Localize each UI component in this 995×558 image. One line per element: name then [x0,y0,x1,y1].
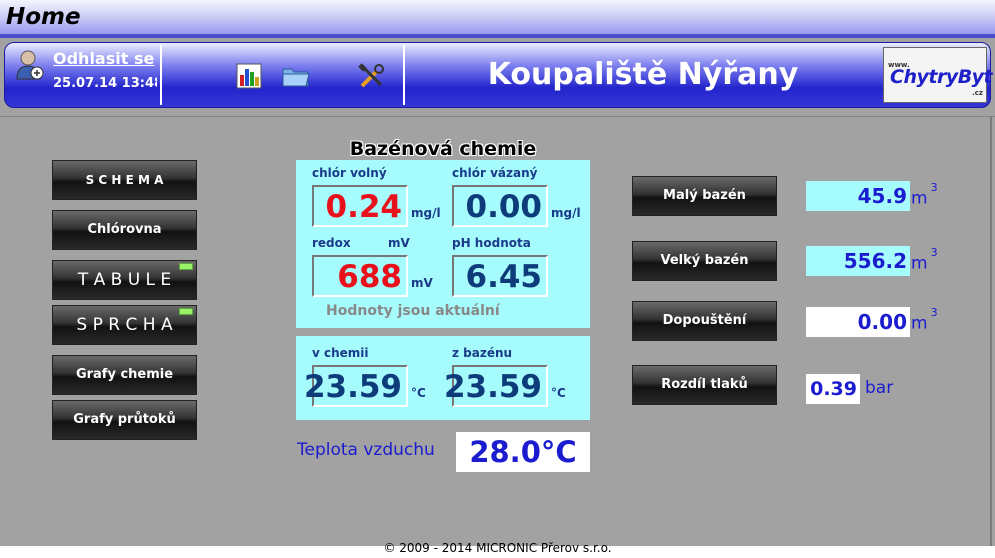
user-icon[interactable] [15,49,45,81]
chemistry-panel: chlór volný chlór vázaný 0.24 mg/l 0.00 … [296,160,590,328]
site-title: Koupaliště Nýřany [487,57,799,92]
ph-value-box: 6.45 [452,255,548,297]
temperature-panel: v chemii z bazénu 23.59 °C 23.59 °C [296,336,590,420]
z-bazenu-unit: °C [551,386,566,400]
chytrybyt-logo[interactable]: www. ChytryByt .cz [883,47,993,103]
chlor-volny-value-box: 0.24 [312,185,408,227]
velky-bazen-button[interactable]: Velký bazén [632,241,777,281]
dopousteni-value: 0.00 [806,307,910,337]
maly-bazen-button[interactable]: Malý bazén [632,176,777,216]
redox-unit: mV [411,276,433,290]
folder-icon[interactable] [281,61,311,91]
grafy-chemie-button[interactable]: Grafy chemie [52,355,197,395]
chlor-vazany-value: 0.00 [465,189,543,225]
v-chemii-value-box: 23.59 [304,365,408,407]
status-led [179,263,193,270]
section-title: Bazénová chemie [349,138,537,160]
chlor-vazany-unit: mg/l [551,206,581,220]
redox-label: redox [312,236,351,250]
redox-value-box: 688 [312,255,408,297]
chlor-volny-unit: mg/l [411,206,441,220]
divider [990,116,992,546]
chlor-vazany-label: chlór vázaný [452,166,538,180]
status-note: Hodnoty jsou aktuální [326,303,500,319]
ph-label: pH hodnota [452,236,531,250]
rozdil-tlaku-button[interactable]: Rozdíl tlaků [632,365,777,405]
maly-bazen-value: 45.9 [806,181,910,211]
dopousteni-unit: m3 [911,306,938,334]
chlor-volny-label: chlór volný [312,166,387,180]
copyright: © 2009 - 2014 MICRONIC Přerov s.r.o. [383,541,612,555]
rozdil-tlaku-unit: bar [865,378,894,398]
status-led [179,308,193,315]
title-bar: Home [0,0,995,38]
header-separator [160,45,162,105]
redox-label-unit: mV [388,236,410,250]
dopousteni-button[interactable]: Dopouštění [632,301,777,341]
window-title: Home [6,4,81,30]
redox-value: 688 [337,259,402,295]
chlor-volny-value: 0.24 [325,189,403,225]
rozdil-tlaku-value: 0.39 [806,374,860,404]
z-bazenu-value: 23.59 [443,369,542,405]
tabule-button[interactable]: T A B U L E [52,260,197,300]
v-chemii-value: 23.59 [303,369,402,405]
logout-link[interactable]: Odhlasit se [53,49,154,68]
chart-icon[interactable] [235,61,265,91]
v-chemii-unit: °C [411,386,426,400]
datetime: 25.07.14 13:48 [53,76,157,91]
title-strip [0,34,995,38]
velky-bazen-unit: m3 [911,246,938,274]
v-chemii-label: v chemii [312,346,369,360]
header-bar: Odhlasit se 25.07.14 13:48 Koupaliště Ný… [4,42,993,108]
divider [0,116,995,117]
maly-bazen-unit: m3 [911,181,938,209]
z-bazenu-value-box: 23.59 [444,365,548,407]
air-temp-label: Teplota vzduchu [297,440,435,460]
chlor-vazany-value-box: 0.00 [452,185,548,227]
schema-button[interactable]: S C H E M A [52,160,197,200]
tools-icon[interactable] [357,61,387,91]
sprcha-button[interactable]: S P R C H A [52,305,197,345]
ph-value: 6.45 [465,259,543,295]
chlorovna-button[interactable]: Chlórovna [52,210,197,250]
velky-bazen-value: 556.2 [806,246,910,276]
air-temp-value: 28.0°C [456,432,590,472]
grafy-prutoku-button[interactable]: Grafy průtoků [52,400,197,440]
z-bazenu-label: z bazénu [452,346,513,360]
